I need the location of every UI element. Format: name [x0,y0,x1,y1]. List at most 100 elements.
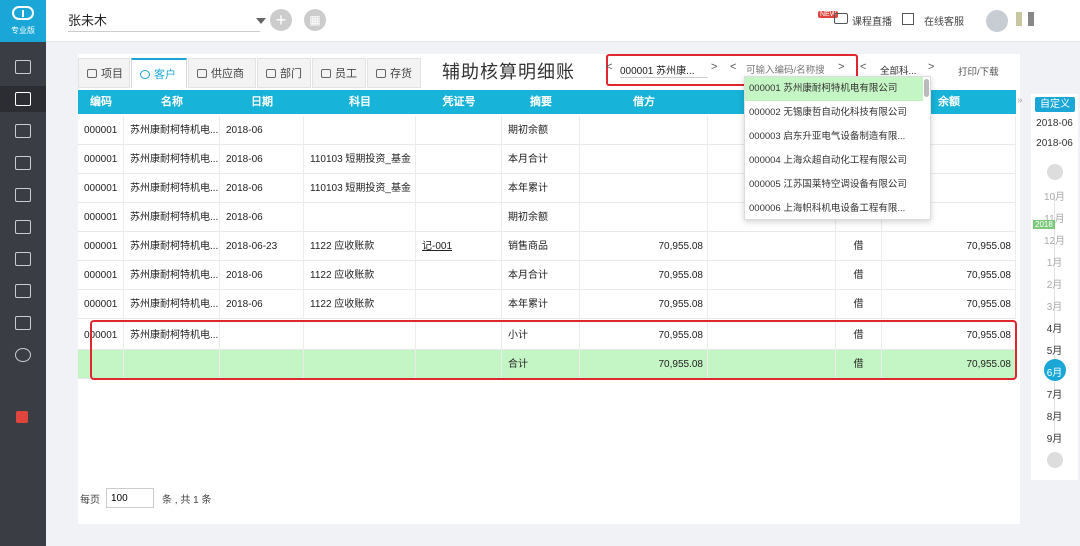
month-item[interactable]: 4月 [1031,320,1078,335]
dropdown-item[interactable]: 000001 苏州康耐柯特机电有限公司 [745,77,923,101]
account-selector[interactable]: 张未木 [68,12,266,32]
cell-voucher [416,261,502,290]
cell-subject: 1122 应收账款 [304,261,416,290]
subject-select[interactable]: 全部科... [880,63,916,77]
table-row: 000001 苏州康耐柯特机电... 2018-06 1122 应收账款 本月合计 70,… [78,261,1016,290]
cell-code: 000001 [78,261,124,290]
document-icon[interactable] [15,60,31,74]
tab-project[interactable]: 项目 [78,58,130,88]
gift-icon[interactable] [16,411,28,423]
chevron-right-icon[interactable]: > [711,61,717,73]
org-icon [266,69,276,78]
per-page-label: 每页 [80,495,100,506]
cell-subject: 110103 短期投资_基金 [304,145,416,174]
add-button[interactable]: + [270,9,292,31]
col-code: 编码 [90,96,112,108]
tab-label: 项目 [101,68,123,80]
tab-employee[interactable]: 员工 [312,58,366,88]
calendar-icon[interactable] [15,188,31,202]
cell-balance: 70,955.08 [882,232,1016,261]
cell-code: 000001 [78,116,124,145]
cell-debit: 70,955.08 [580,290,708,319]
cell-date: 2018-06 [220,203,304,232]
chevron-left-icon[interactable]: < [606,61,612,73]
chevron-up-icon[interactable] [1047,164,1063,180]
month-item[interactable]: 8月 [1031,408,1078,423]
cell-dir: 借 [836,232,882,261]
top-bar: 张未木 + ▦ NEW 课程直播 在线客服 [46,0,1080,42]
dropdown-item[interactable]: 000002 无锡康哲自动化科技有限公司 [745,101,923,125]
dropdown-item[interactable]: 000004 上海众超自动化工程有限公司 [745,149,923,173]
month-item-selected[interactable]: 6月 [1031,364,1078,379]
cell-name: 苏州康耐柯特机电... [124,145,220,174]
cell-name: 苏州康耐柯特机电... [124,116,220,145]
month-item[interactable]: 2月 [1031,276,1078,291]
tab-customer[interactable]: 客户 [131,58,187,88]
month-item[interactable]: 10月 [1031,188,1078,203]
chart-icon[interactable] [15,124,31,138]
custom-period-button[interactable]: 自定义 [1035,97,1075,112]
live-course-link[interactable]: 课程直播 [852,13,892,28]
stack-icon[interactable] [15,252,31,266]
cell-code: 000001 [78,145,124,174]
cell-subject: 110103 短期投资_基金 [304,174,416,203]
month-item[interactable]: 1月 [1031,254,1078,269]
account-name: 张未木 [68,13,108,28]
cell-date: 2018-06 [220,261,304,290]
gear-icon[interactable] [15,348,31,362]
cell-summary: 本年累计 [502,174,580,203]
month-item[interactable]: 7月 [1031,386,1078,401]
building-icon[interactable] [15,156,31,170]
online-service-link[interactable]: 在线客服 [924,13,964,28]
table-row: 000001 苏州康耐柯特机电... 2018-06 1122 应收账款 本年累计 70,… [78,290,1016,319]
cell-code: 000001 [78,232,124,261]
tab-inventory[interactable]: 存货 [367,58,421,88]
tab-department[interactable]: 部门 [257,58,311,88]
cell-credit [708,261,836,290]
month-item[interactable]: 5月 [1031,342,1078,357]
col-voucher: 凭证号 [442,96,476,108]
cell-voucher [416,290,502,319]
menu-icon[interactable] [1028,12,1034,26]
employee-icon [321,69,331,78]
dropdown-item[interactable]: 000003 启东升亚电气设备制造有限... [745,125,923,149]
month-item[interactable]: 3月 [1031,298,1078,313]
cell-subject [304,116,416,145]
expand-icon[interactable]: » [1017,95,1023,106]
cell-summary: 本月合计 [502,261,580,290]
cell-name: 苏州康耐柯特机电... [124,290,220,319]
dropdown-item[interactable]: 000006 上海帜科机电设备工程有限... [745,197,923,219]
per-page-input[interactable] [106,488,154,508]
cell-debit [580,145,708,174]
period-start[interactable]: 2018-06 [1031,118,1078,129]
period-end[interactable]: 2018-06 [1031,138,1078,149]
cloud-icon [12,6,34,20]
cell-code: 000001 [78,290,124,319]
table-row: 000001 苏州康耐柯特机电... 2018-06-23 1122 应收账款 记-00… [78,232,1016,261]
cell-subject: 1122 应收账款 [304,232,416,261]
tab-supplier[interactable]: 供应商 [188,58,256,88]
avatar[interactable] [986,10,1008,32]
print-download-button[interactable]: 打印/下载 [958,64,999,78]
cell-voucher[interactable]: 记-001 [416,232,502,261]
chevron-left-icon[interactable]: < [860,61,866,73]
month-item[interactable]: 12月 [1031,232,1078,247]
cell-credit [708,290,836,319]
chevron-right-icon[interactable]: > [838,61,844,73]
dropdown-item[interactable]: 000005 江苏国莱特空调设备有限公司 [745,173,923,197]
month-item[interactable]: 9月 [1031,430,1078,445]
chevron-down-icon[interactable] [1047,452,1063,468]
apps-button[interactable]: ▦ [304,9,326,31]
report-icon[interactable] [15,316,31,330]
receipt-icon[interactable] [15,284,31,298]
page-title: 辅助核算明细账 [442,62,575,82]
chevron-right-icon[interactable]: > [928,61,934,73]
chevron-left-icon[interactable]: < [730,61,736,73]
ledger-icon[interactable] [15,92,31,106]
cell-voucher [416,116,502,145]
scrollbar[interactable] [924,79,929,97]
version-label: 专业版 [11,26,35,35]
invoice-icon[interactable] [15,220,31,234]
cell-summary: 期初余额 [502,116,580,145]
selected-code-field[interactable]: 000001 苏州康... [620,62,708,78]
